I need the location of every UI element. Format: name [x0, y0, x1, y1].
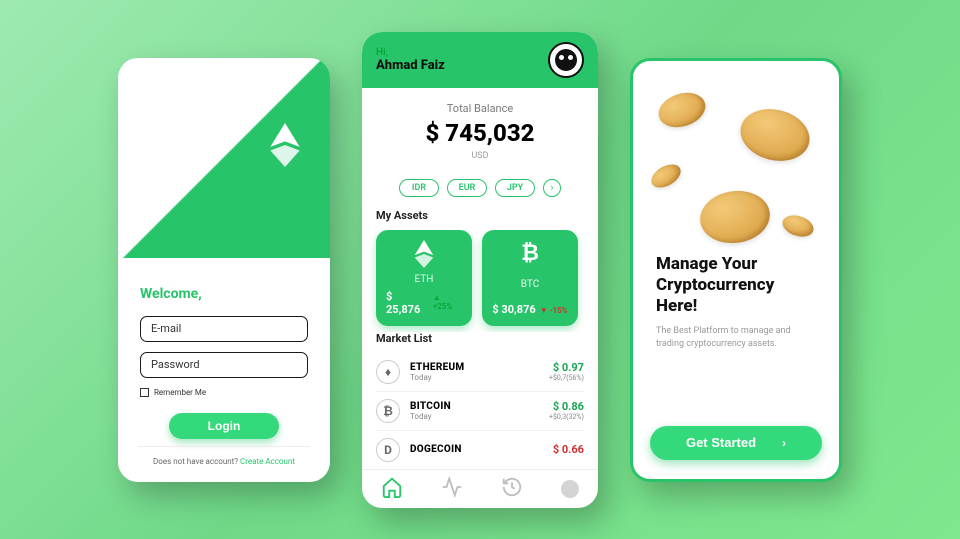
onboarding-screen: Manage Your Cryptocurrency Here! The Bes…: [630, 58, 842, 482]
market-name: DOGECOIN: [410, 444, 462, 455]
balance-currency: USD: [362, 151, 598, 161]
coin-icon: [735, 102, 815, 168]
activity-icon: [441, 476, 463, 498]
currency-row: IDR EUR JPY ›: [362, 179, 598, 197]
market-row[interactable]: D DOGECOIN $ 0.66: [376, 431, 584, 469]
remember-label: Remember Me: [154, 388, 206, 397]
market-title: Market List: [376, 332, 584, 345]
password-placeholder: Password: [151, 358, 200, 371]
currency-pill-eur[interactable]: EUR: [447, 179, 487, 197]
market-change: +$0,3(32%): [549, 413, 584, 421]
history-icon: [501, 476, 523, 498]
balance-block: Total Balance $ 745,032 USD: [362, 88, 598, 169]
coin-icon: ₿: [376, 399, 400, 423]
coin-icon: [780, 211, 817, 240]
signup-prompt: Does not have account?: [153, 457, 240, 466]
assets-row: ETH $ 25,876 ▲ +25% ₿ BTC $ 30,876 ▼ -15…: [362, 230, 598, 332]
onboarding-sub: The Best Platform to manage and trading …: [656, 325, 816, 350]
login-hero-triangle: [118, 58, 330, 258]
market-price: $ 0.66: [553, 443, 584, 456]
remember-checkbox[interactable]: [140, 388, 149, 397]
market-price: $ 0.97: [549, 361, 584, 374]
market-sub: Today: [410, 412, 451, 421]
create-account-link[interactable]: Create Account: [240, 457, 295, 466]
login-button[interactable]: Login: [169, 413, 279, 439]
currency-more-button[interactable]: ›: [543, 179, 561, 197]
avatar-icon: [555, 49, 577, 71]
asset-delta: ▲ +25%: [433, 293, 462, 311]
market-price: $ 0.86: [549, 400, 584, 413]
remember-row[interactable]: Remember Me: [140, 388, 308, 397]
currency-pill-jpy[interactable]: JPY: [495, 179, 535, 197]
tab-activity[interactable]: [441, 476, 463, 502]
coin-icon: ♦: [376, 360, 400, 384]
asset-price: $ 30,876: [492, 303, 535, 316]
btc-icon: ₿: [521, 240, 539, 266]
chevron-right-icon: ›: [782, 436, 786, 450]
currency-pill-idr[interactable]: IDR: [399, 179, 439, 197]
asset-symbol: ETH: [415, 274, 434, 285]
tab-history[interactable]: [501, 476, 523, 502]
welcome-label: Welcome,: [140, 286, 308, 302]
ethereum-icon: [270, 123, 300, 167]
market-row[interactable]: ₿ BITCOIN Today $ 0.86 +$0,3(32%): [376, 392, 584, 431]
coin-icon: [697, 186, 774, 247]
get-started-button[interactable]: Get Started ›: [650, 426, 822, 460]
market-sub: Today: [410, 373, 464, 382]
login-form: Welcome, E-mail Password Remember Me Log…: [118, 286, 330, 439]
market-list: ♦ ETHEREUM Today $ 0.97 +$0,7(56%) ₿ BIT…: [362, 353, 598, 469]
avatar[interactable]: [548, 42, 584, 78]
balance-label: Total Balance: [362, 102, 598, 115]
assets-title: My Assets: [376, 209, 584, 222]
email-placeholder: E-mail: [151, 322, 181, 335]
asset-card-eth[interactable]: ETH $ 25,876 ▲ +25%: [376, 230, 472, 326]
chevron-right-icon: ›: [551, 183, 554, 193]
market-name: ETHEREUM: [410, 362, 464, 373]
onboarding-heading: Manage Your Cryptocurrency Here!: [656, 254, 816, 318]
market-row[interactable]: ♦ ETHEREUM Today $ 0.97 +$0,7(56%): [376, 353, 584, 392]
coin-icon: D: [376, 438, 400, 462]
greeting-username: Ahmad Faiz: [376, 58, 445, 73]
tab-profile[interactable]: [561, 480, 579, 498]
asset-price: $ 25,876: [386, 290, 429, 316]
coin-icon: [647, 159, 684, 192]
greeting-hi: Hi,: [376, 47, 445, 58]
asset-symbol: BTC: [521, 279, 539, 290]
home-screen: Hi, Ahmad Faiz Total Balance $ 745,032 U…: [362, 32, 598, 508]
coins-illustration: [636, 64, 836, 254]
eth-icon: [414, 240, 434, 268]
asset-delta: ▼ -15%: [540, 306, 568, 315]
balance-amount: $ 745,032: [362, 119, 598, 147]
get-started-label: Get Started: [686, 435, 756, 450]
login-footer: Does not have account? Create Account: [138, 446, 310, 466]
coin-icon: [654, 87, 710, 133]
tab-bar: [362, 469, 598, 508]
tab-home[interactable]: [381, 476, 403, 502]
login-screen: Welcome, E-mail Password Remember Me Log…: [118, 58, 330, 482]
password-field[interactable]: Password: [140, 352, 308, 378]
email-field[interactable]: E-mail: [140, 316, 308, 342]
asset-card-btc[interactable]: ₿ BTC $ 30,876 ▼ -15%: [482, 230, 578, 326]
home-header: Hi, Ahmad Faiz: [362, 32, 598, 89]
market-name: BITCOIN: [410, 401, 451, 412]
market-change: +$0,7(56%): [549, 374, 584, 382]
greeting-block: Hi, Ahmad Faiz: [376, 47, 445, 73]
home-icon: [381, 476, 403, 498]
